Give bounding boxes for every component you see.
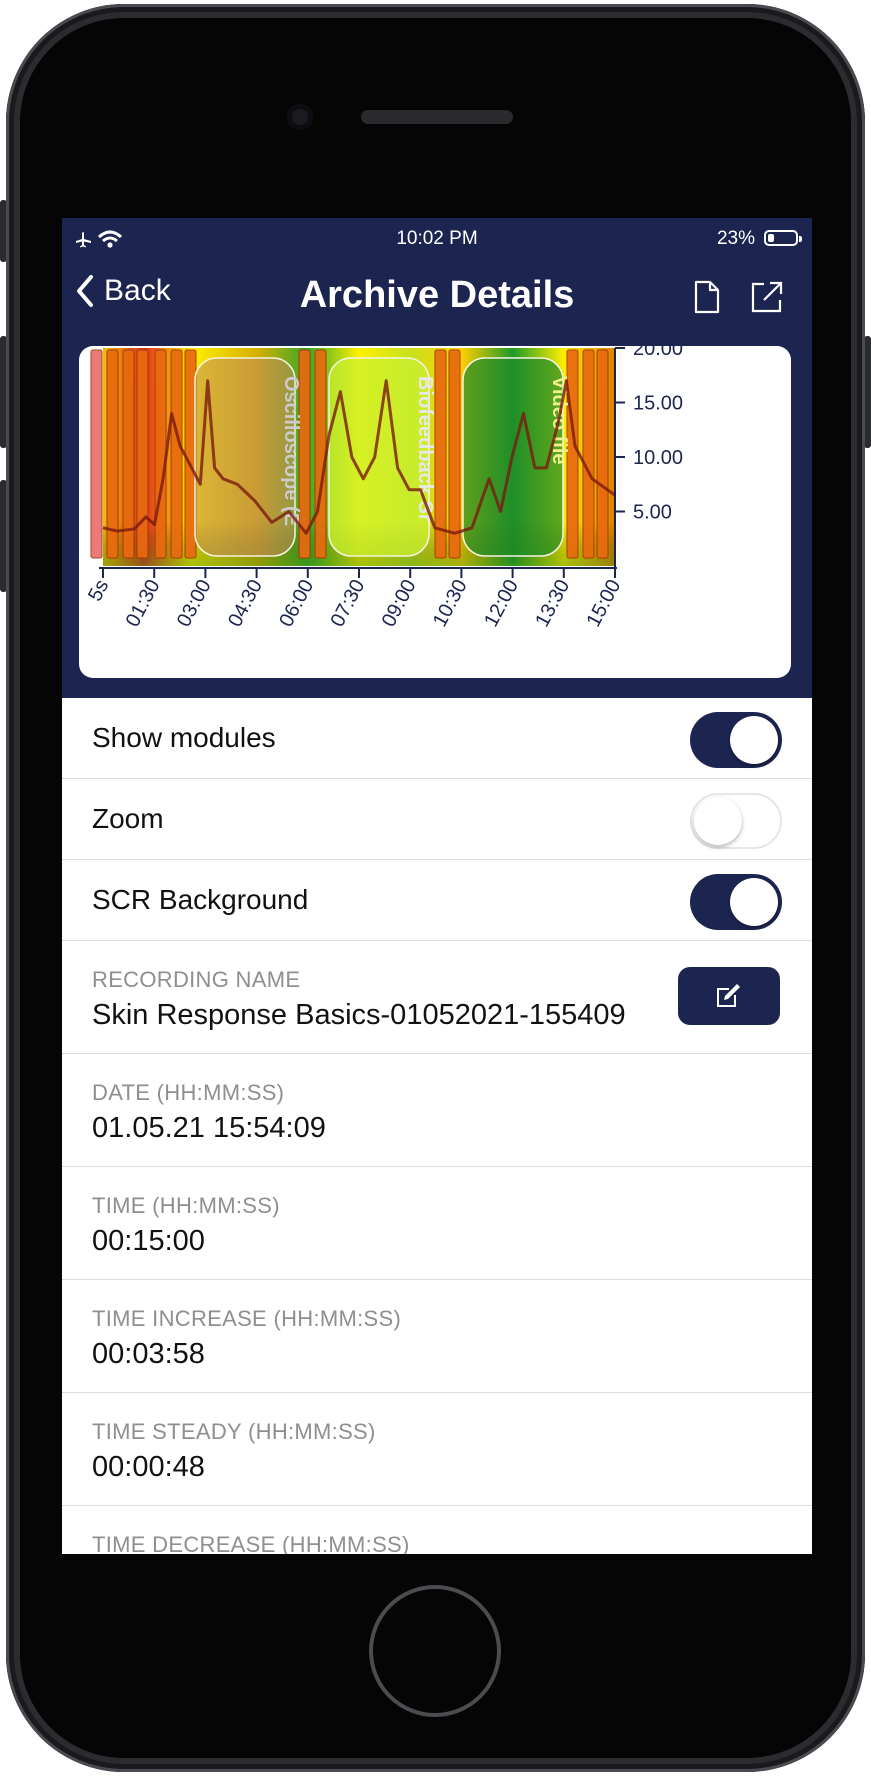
detail-caption: DATE (HH:MM:SS) xyxy=(92,1080,285,1105)
share-icon[interactable] xyxy=(750,280,784,314)
settings-list: Show modules Zoom SCR Background RECORDI… xyxy=(62,698,812,1554)
y-tick-label: 10.00 xyxy=(633,447,683,469)
chart-card[interactable]: Oscilloscope (E Biofeedback Sr Video file … xyxy=(79,346,791,678)
scr-chart[interactable]: Oscilloscope (E Biofeedback Sr Video file … xyxy=(79,346,791,678)
x-tick-label: 12:00 xyxy=(480,576,523,631)
detail-caption: TIME STEADY (HH:MM:SS) xyxy=(92,1419,376,1444)
scr-background-toggle[interactable] xyxy=(690,874,782,930)
toggle-label: SCR Background xyxy=(92,884,309,915)
phone-device: 10:02 PM 23% Back Archive Details Oscill… xyxy=(0,0,871,1776)
y-tick-label: 5.00 xyxy=(633,502,672,524)
power-button xyxy=(864,336,871,448)
detail-caption: TIME DECREASE (HH:MM:SS) xyxy=(92,1532,410,1554)
x-tick-label: 5s xyxy=(84,576,113,605)
document-icon[interactable] xyxy=(694,280,720,314)
toggle-label: Show modules xyxy=(92,722,276,753)
status-time: 10:02 PM xyxy=(396,228,478,249)
battery-terminal xyxy=(799,236,802,242)
status-bar: 10:02 PM 23% xyxy=(62,218,812,260)
toggle-label: Zoom xyxy=(92,803,164,834)
date-row: DATE (HH:MM:SS) 01.05.21 15:54:09 xyxy=(62,1054,812,1167)
edit-icon xyxy=(717,984,740,1007)
x-tick-label: 15:00 xyxy=(582,576,625,631)
front-camera xyxy=(287,104,313,130)
recording-name-caption: RECORDING NAME xyxy=(92,967,301,992)
scr-marker xyxy=(154,349,167,559)
header-area: 10:02 PM 23% Back Archive Details Oscill… xyxy=(62,218,812,698)
nav-actions xyxy=(694,280,784,314)
toggle-knob xyxy=(730,716,778,764)
y-tick-label: 15.00 xyxy=(633,393,683,415)
toggle-knob xyxy=(694,797,742,845)
detail-value: 01.05.21 15:54:09 xyxy=(92,1112,326,1144)
scr-marker xyxy=(596,349,609,559)
show-modules-toggle[interactable] xyxy=(690,712,782,768)
recording-name-value: Skin Response Basics-01052021-155409 xyxy=(92,999,626,1031)
time-steady-row: TIME STEADY (HH:MM:SS) 00:00:48 xyxy=(62,1393,812,1506)
scr-marker xyxy=(448,349,461,559)
toggle-row-show-modules: Show modules xyxy=(62,698,812,779)
module-overlay xyxy=(194,357,296,557)
scr-marker xyxy=(582,349,595,559)
scr-marker xyxy=(122,349,135,559)
earpiece-speaker xyxy=(361,110,513,124)
battery-icon xyxy=(764,230,802,246)
x-tick-label: 01:30 xyxy=(122,576,165,631)
toggle-row-scr-background: SCR Background xyxy=(62,860,812,941)
recording-name-row: RECORDING NAME Skin Response Basics-0105… xyxy=(62,941,812,1054)
battery-percentage: 23% xyxy=(716,228,755,249)
time-decrease-row: TIME DECREASE (HH:MM:SS) xyxy=(62,1506,812,1554)
x-tick-label: 09:00 xyxy=(378,576,421,631)
x-tick-label: 06:00 xyxy=(275,576,318,631)
home-button[interactable] xyxy=(369,1585,501,1717)
scr-marker xyxy=(90,349,103,559)
time-row: TIME (HH:MM:SS) 00:15:00 xyxy=(62,1167,812,1280)
y-tick-label: 20.00 xyxy=(633,346,683,360)
toggle-knob xyxy=(730,878,778,926)
detail-caption: TIME (HH:MM:SS) xyxy=(92,1193,280,1218)
x-tick-label: 04:30 xyxy=(224,576,267,631)
detail-value: 00:03:58 xyxy=(92,1338,205,1370)
battery-level xyxy=(768,234,774,242)
scr-marker xyxy=(136,349,149,559)
x-tick-label: 07:30 xyxy=(326,576,369,631)
detail-caption: TIME INCREASE (HH:MM:SS) xyxy=(92,1306,402,1331)
toggle-row-zoom: Zoom xyxy=(62,779,812,860)
scr-marker xyxy=(314,349,327,559)
zoom-toggle[interactable] xyxy=(690,793,782,849)
scr-marker xyxy=(106,349,119,559)
app-screen: 10:02 PM 23% Back Archive Details Oscill… xyxy=(62,218,812,1554)
x-tick-label: 10:30 xyxy=(429,576,472,631)
scr-marker xyxy=(170,349,183,559)
detail-value: 00:15:00 xyxy=(92,1225,205,1257)
module-overlay xyxy=(328,357,430,557)
x-tick-label: 03:00 xyxy=(173,576,216,631)
navigation-bar: Back Archive Details xyxy=(62,260,812,340)
time-increase-row: TIME INCREASE (HH:MM:SS) 00:03:58 xyxy=(62,1280,812,1393)
detail-value: 00:00:48 xyxy=(92,1451,205,1483)
x-tick-label: 13:30 xyxy=(531,576,574,631)
edit-name-button[interactable] xyxy=(678,967,780,1025)
module-label: Oscilloscope (E xyxy=(280,376,302,526)
